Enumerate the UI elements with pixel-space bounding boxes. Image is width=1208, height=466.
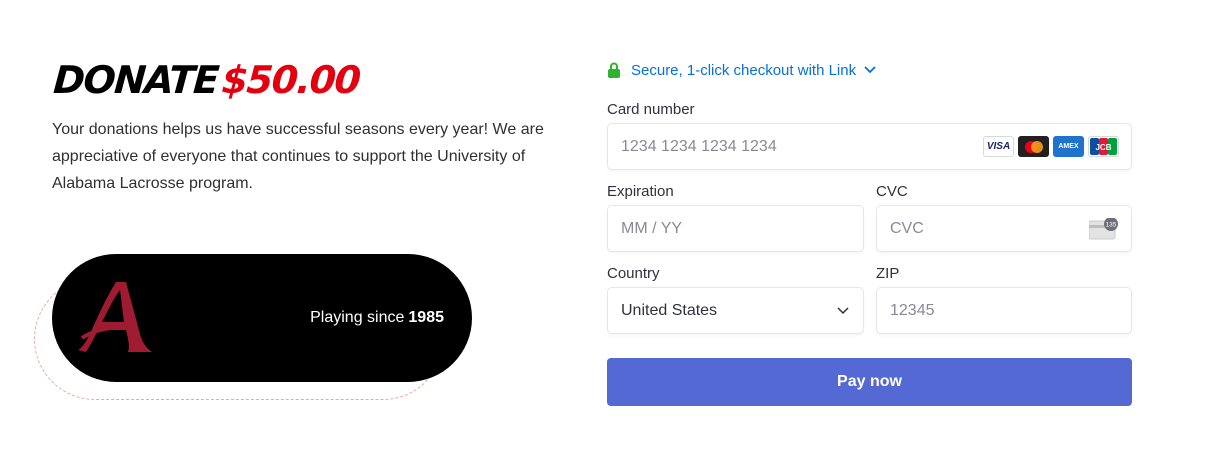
donate-heading: DONATE$50.00 — [52, 58, 555, 102]
link-checkout-text: Secure, 1-click checkout with Link — [631, 61, 857, 79]
card-number-input[interactable]: 1234 1234 1234 1234 VISA AMEX JCB — [607, 123, 1132, 170]
card-number-group: Card number 1234 1234 1234 1234 VISA AME… — [607, 101, 1132, 170]
zip-placeholder: 12345 — [890, 301, 935, 319]
zip-input[interactable]: 12345 — [876, 287, 1132, 334]
chevron-down-icon — [837, 307, 849, 315]
donation-description: Your donations helps us have successful … — [52, 121, 544, 192]
team-badge-pill: Playing since 1985 — [52, 254, 472, 382]
cvc-card-icon: 135 — [1089, 218, 1118, 240]
zip-group: ZIP 12345 — [876, 265, 1132, 334]
country-select[interactable]: United States — [607, 287, 864, 334]
mastercard-icon — [1018, 136, 1049, 157]
amex-icon: AMEX — [1053, 136, 1084, 157]
country-value: United States — [621, 301, 718, 319]
founding-year: 1985 — [408, 309, 444, 326]
cvc-icon-digits: 135 — [1106, 222, 1117, 229]
country-group: Country United States — [607, 265, 864, 334]
expiration-label: Expiration — [607, 183, 674, 200]
donation-page: DONATE$50.00 Your donations helps us hav… — [0, 0, 1208, 466]
card-number-label: Card number — [607, 101, 695, 118]
cvc-input[interactable]: CVC 135 — [876, 205, 1132, 252]
payment-form: Secure, 1-click checkout with Link Card … — [607, 60, 1132, 406]
country-zip-row: Country United States ZIP 12345 — [607, 265, 1132, 334]
country-label: Country — [607, 265, 660, 282]
alabama-script-a-logo — [78, 282, 152, 352]
expiration-placeholder: MM / YY — [621, 219, 683, 237]
cvc-placeholder: CVC — [890, 219, 924, 237]
expiry-cvc-row: Expiration MM / YY CVC CVC 135 — [607, 183, 1132, 252]
cvc-group: CVC CVC 135 — [876, 183, 1132, 252]
jcb-icon: JCB — [1088, 136, 1119, 157]
playing-since-label: Playing since — [310, 309, 405, 326]
donation-info: DONATE$50.00 Your donations helps us hav… — [52, 58, 552, 197]
expiration-input[interactable]: MM / YY — [607, 205, 864, 252]
lock-icon — [608, 62, 620, 78]
visa-icon: VISA — [983, 136, 1014, 157]
card-brand-icons: VISA AMEX JCB — [983, 136, 1119, 157]
link-checkout-toggle[interactable]: Secure, 1-click checkout with Link — [607, 60, 1132, 80]
card-number-placeholder: 1234 1234 1234 1234 — [621, 137, 777, 155]
donation-amount: $50.00 — [220, 58, 362, 102]
chevron-down-icon — [864, 66, 876, 74]
donate-title-word: DONATE — [52, 58, 220, 102]
svg-text:JCB: JCB — [1095, 143, 1111, 152]
cvc-label: CVC — [876, 183, 908, 200]
playing-since-text: Playing since 1985 — [310, 309, 444, 327]
zip-label: ZIP — [876, 265, 900, 282]
pay-now-button[interactable]: Pay now — [607, 358, 1132, 406]
expiration-group: Expiration MM / YY — [607, 183, 864, 252]
team-badge: Playing since 1985 — [34, 254, 474, 404]
